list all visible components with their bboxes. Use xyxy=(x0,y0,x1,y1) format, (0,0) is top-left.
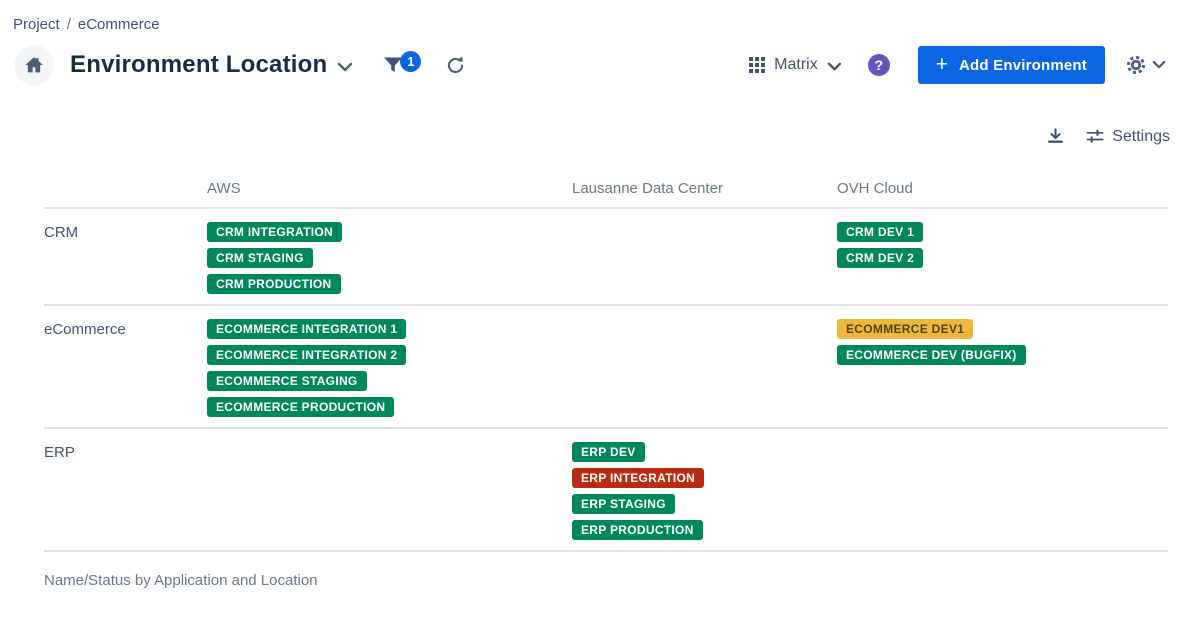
matrix-caption: Name/Status by Application and Location xyxy=(44,572,1192,589)
environment-badge[interactable]: ERP STAGING xyxy=(572,494,675,514)
matrix-toolbar: Settings xyxy=(0,127,1170,146)
matrix-cell: ERP DEV ERP INTEGRATION ERP STAGING ERP PRO… xyxy=(572,442,837,540)
environment-badge[interactable]: ERP DEV xyxy=(572,442,645,462)
matrix-body: CRMCRM INTEGRATION CRM STAGING CRM PRODUCT… xyxy=(44,209,1168,552)
matrix-cell: CRM DEV 1 CRM DEV 2 xyxy=(837,222,1168,294)
environment-badge[interactable]: ERP PRODUCTION xyxy=(572,520,703,540)
column-header-ovh: OVH Cloud xyxy=(837,180,1168,197)
environment-badge[interactable]: ECOMMERCE DEV1 xyxy=(837,319,973,339)
breadcrumb: Project / eCommerce xyxy=(0,0,1192,33)
environment-badge[interactable]: ERP INTEGRATION xyxy=(572,468,704,488)
environment-matrix: AWS Lausanne Data Center OVH Cloud CRMCR… xyxy=(44,178,1168,552)
filter-button[interactable]: 1 xyxy=(381,53,421,77)
add-environment-label: Add Environment xyxy=(959,57,1087,74)
environment-badge[interactable]: ECOMMERCE PRODUCTION xyxy=(207,397,394,417)
sliders-icon xyxy=(1085,128,1105,146)
environment-matrix-page: Project / eCommerce Environment Location… xyxy=(0,0,1192,631)
header-actions: Matrix ? + Add Environment xyxy=(749,46,1166,84)
matrix-cell xyxy=(207,442,572,540)
breadcrumb-project-link[interactable]: Project xyxy=(13,16,60,33)
add-environment-button[interactable]: + Add Environment xyxy=(918,46,1105,84)
environment-badge[interactable]: ECOMMERCE STAGING xyxy=(207,371,367,391)
plus-icon: + xyxy=(936,54,948,75)
download-icon xyxy=(1046,127,1065,146)
matrix-row: eCommerceECOMMERCE INTEGRATION 1ECOMMERC… xyxy=(44,306,1168,429)
view-switcher-label: Matrix xyxy=(774,56,818,74)
chevron-down-icon xyxy=(827,62,842,72)
settings-button[interactable]: Settings xyxy=(1085,128,1170,146)
filter-count-badge: 1 xyxy=(400,51,421,72)
chevron-down-icon xyxy=(337,62,353,73)
gear-icon xyxy=(1125,54,1147,76)
page-title: Environment Location xyxy=(70,51,327,79)
matrix-cell: CRM INTEGRATION CRM STAGING CRM PRODUCTION xyxy=(207,222,572,294)
refresh-icon xyxy=(445,55,466,76)
matrix-cell xyxy=(837,442,1168,540)
settings-gear-menu[interactable] xyxy=(1125,54,1166,76)
environment-badge[interactable]: ECOMMERCE DEV (BUGFIX) xyxy=(837,345,1026,365)
matrix-row: CRMCRM INTEGRATION CRM STAGING CRM PRODUCT… xyxy=(44,209,1168,306)
matrix-cell: ECOMMERCE DEV1 ECOMMERCE DEV (BUGFIX) xyxy=(837,319,1168,417)
environment-badge[interactable]: CRM STAGING xyxy=(207,248,313,268)
row-label-ecommerce: eCommerce xyxy=(44,319,207,417)
breadcrumb-separator: / xyxy=(67,16,71,33)
question-mark-icon: ? xyxy=(874,57,883,73)
row-label-erp: ERP xyxy=(44,442,207,540)
settings-label: Settings xyxy=(1112,128,1170,146)
environment-badge[interactable]: ECOMMERCE INTEGRATION 1 xyxy=(207,319,406,339)
chevron-down-icon xyxy=(1152,60,1166,70)
environment-badge[interactable]: CRM DEV 1 xyxy=(837,222,923,242)
home-button[interactable] xyxy=(14,45,54,85)
environment-badge[interactable]: CRM DEV 2 xyxy=(837,248,923,268)
view-switcher-matrix[interactable]: Matrix xyxy=(749,56,842,74)
grid-view-icon xyxy=(749,57,765,73)
header-bar: Environment Location 1 xyxy=(14,43,1166,87)
matrix-cell xyxy=(572,222,837,294)
environment-badge[interactable]: CRM PRODUCTION xyxy=(207,274,341,294)
export-download-button[interactable] xyxy=(1046,127,1065,146)
matrix-cell xyxy=(572,319,837,417)
row-label-crm: CRM xyxy=(44,222,207,294)
refresh-button[interactable] xyxy=(445,55,466,76)
matrix-header-row: AWS Lausanne Data Center OVH Cloud xyxy=(44,178,1168,209)
breadcrumb-ecommerce-link[interactable]: eCommerce xyxy=(78,16,160,33)
environment-badge[interactable]: CRM INTEGRATION xyxy=(207,222,342,242)
matrix-cell: ECOMMERCE INTEGRATION 1 ECOMMERCE INTEGRA… xyxy=(207,319,572,417)
home-icon xyxy=(23,54,45,76)
help-button[interactable]: ? xyxy=(868,54,890,76)
column-header-aws: AWS xyxy=(207,180,572,197)
column-header-lausanne: Lausanne Data Center xyxy=(572,180,837,197)
dashboard-title-dropdown[interactable]: Environment Location xyxy=(70,51,353,79)
environment-badge[interactable]: ECOMMERCE INTEGRATION 2 xyxy=(207,345,406,365)
corner-cell xyxy=(44,180,207,197)
matrix-row: ERPERP DEVERP INTEGRATIONERP STAGINGERP … xyxy=(44,429,1168,552)
